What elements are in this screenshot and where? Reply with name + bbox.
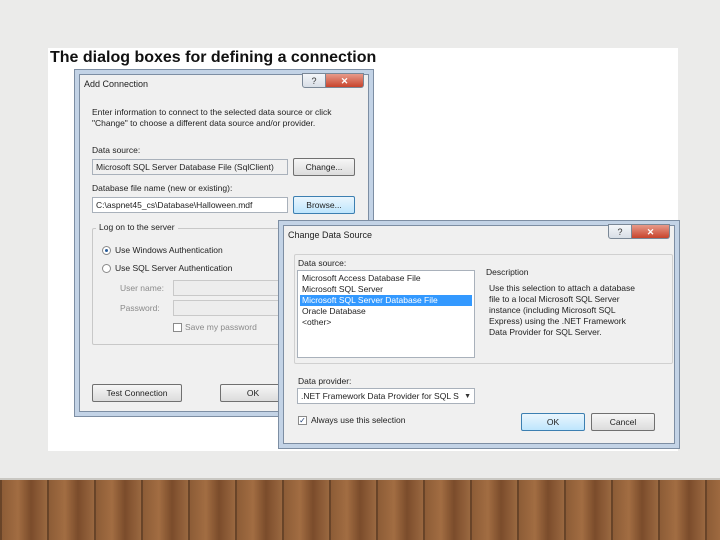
data-source-field: Microsoft SQL Server Database File (SqlC… <box>92 159 288 175</box>
cancel-button[interactable]: Cancel <box>591 413 655 431</box>
test-connection-button[interactable]: Test Connection <box>92 384 182 402</box>
description-line-2: file to a local Microsoft SQL Server <box>489 294 620 304</box>
save-password-label[interactable]: Save my password <box>185 322 257 332</box>
list-item[interactable]: Microsoft SQL Server <box>300 284 472 295</box>
db-file-field[interactable]: C:\aspnet45_cs\Database\Halloween.mdf <box>92 197 288 213</box>
always-use-label[interactable]: Always use this selection <box>311 415 406 425</box>
change-button[interactable]: Change... <box>293 158 355 176</box>
data-provider-value: .NET Framework Data Provider for SQL S <box>301 391 459 401</box>
change-data-source-title-buttons: ? ✕ <box>608 224 670 239</box>
browse-button[interactable]: Browse... <box>293 196 355 214</box>
db-file-label: Database file name (new or existing): <box>92 183 233 193</box>
change-data-source-title: Change Data Source <box>288 230 373 240</box>
list-item[interactable]: <other> <box>300 317 472 328</box>
close-button[interactable]: ✕ <box>632 224 670 239</box>
data-provider-label: Data provider: <box>298 376 352 386</box>
logon-label: Log on to the server <box>96 222 178 232</box>
description-line-3: instance (including Microsoft SQL <box>489 305 616 315</box>
close-button[interactable]: ✕ <box>326 73 364 88</box>
save-password-checkbox[interactable] <box>173 323 182 332</box>
wood-floor <box>0 480 720 540</box>
description-line-4: Express) using the .NET Framework <box>489 316 626 326</box>
instructions-line-1: Enter information to connect to the sele… <box>92 107 332 117</box>
list-item[interactable]: Oracle Database <box>300 306 472 317</box>
sql-auth-radio[interactable] <box>102 264 111 273</box>
list-item[interactable]: Microsoft Access Database File <box>300 273 472 284</box>
data-provider-select[interactable]: .NET Framework Data Provider for SQL S ▼ <box>297 388 475 404</box>
change-data-source-dialog: Change Data Source ? ✕ Data source: Micr… <box>283 224 675 444</box>
password-label: Password: <box>120 303 160 313</box>
description-line-5: Data Provider for SQL Server. <box>489 327 602 337</box>
data-source-label: Data source: <box>92 145 141 155</box>
add-connection-titlebar[interactable]: Add Connection ? ✕ <box>80 73 368 95</box>
chevron-down-icon[interactable]: ▼ <box>464 390 471 403</box>
user-name-label: User name: <box>120 283 164 293</box>
always-use-checkbox[interactable]: ✓ <box>298 416 307 425</box>
description-label: Description <box>486 267 529 277</box>
help-button[interactable]: ? <box>302 73 326 88</box>
description-line-1: Use this selection to attach a database <box>489 283 636 293</box>
list-item-selected[interactable]: Microsoft SQL Server Database File <box>300 295 472 306</box>
slide-title: The dialog boxes for defining a connecti… <box>50 49 377 66</box>
instructions-line-2: "Change" to choose a different data sour… <box>92 118 316 128</box>
ok-button[interactable]: OK <box>521 413 585 431</box>
add-connection-title-buttons: ? ✕ <box>302 73 364 88</box>
add-connection-title: Add Connection <box>84 79 149 89</box>
ok-button[interactable]: OK <box>220 384 286 402</box>
sql-auth-label[interactable]: Use SQL Server Authentication <box>115 263 232 273</box>
windows-auth-label[interactable]: Use Windows Authentication <box>115 245 223 255</box>
help-button[interactable]: ? <box>608 224 632 239</box>
data-source-list[interactable]: Microsoft Access Database File Microsoft… <box>297 270 475 358</box>
data-source-label: Data source: <box>298 258 347 268</box>
windows-auth-radio[interactable] <box>102 246 111 255</box>
change-data-source-titlebar[interactable]: Change Data Source ? ✕ <box>284 224 674 246</box>
